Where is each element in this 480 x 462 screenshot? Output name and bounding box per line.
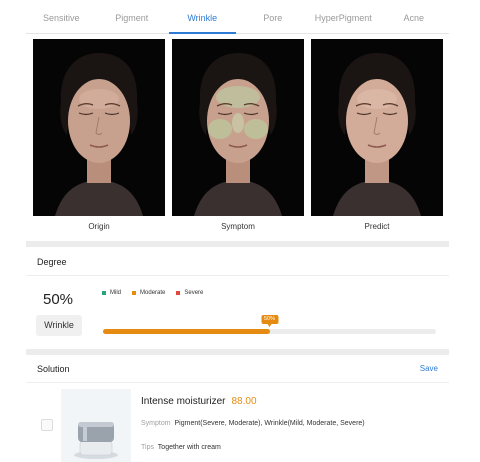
product-title: Intense moisturizer <box>141 396 226 407</box>
degree-badge: Wrinkle <box>36 315 82 336</box>
legend-item-mild: Mild <box>102 290 121 296</box>
tab-pigment[interactable]: Pigment <box>97 0 168 33</box>
moderate-swatch <box>132 291 137 295</box>
solution-section-title: Solution <box>37 364 70 374</box>
tab-sensitive[interactable]: Sensitive <box>26 0 97 33</box>
severe-swatch <box>176 291 181 295</box>
legend-label-severe: Severe <box>184 290 204 296</box>
symptom-value: Pigment(Severe, Moderate), Wrinkle(Mild,… <box>174 420 365 427</box>
origin-face-image[interactable] <box>33 39 165 216</box>
origin-panel: Origin <box>33 39 165 231</box>
symptom-panel: Symptom <box>172 39 304 231</box>
solution-divider <box>26 382 449 383</box>
legend-label-mild: Mild <box>110 290 122 296</box>
symptom-label: Symptom <box>141 420 171 427</box>
legend-item-moderate: Moderate <box>132 290 165 296</box>
symptom-face-image[interactable] <box>172 39 304 216</box>
degree-progress-fill <box>103 329 270 334</box>
degree-progress-track: 50% <box>103 315 436 334</box>
symptom-caption: Symptom <box>221 222 255 231</box>
category-tabs: Sensitive Pigment Wrinkle Pore HyperPigm… <box>26 0 449 34</box>
save-button[interactable]: Save <box>420 364 438 373</box>
product-select-checkbox[interactable] <box>41 419 53 431</box>
tips-label: Tips <box>141 444 154 451</box>
product-tips-row: Tips Together with cream <box>141 444 221 451</box>
tips-value: Together with cream <box>157 444 221 451</box>
tab-hyperpigment[interactable]: HyperPigment <box>308 0 379 33</box>
section-divider <box>26 349 449 355</box>
product-price: 88.00 <box>231 396 257 407</box>
predict-face-image[interactable] <box>311 39 443 216</box>
mild-swatch <box>102 291 106 295</box>
section-divider <box>26 241 449 247</box>
legend-item-severe: Severe <box>176 290 203 296</box>
degree-value-bubble: 50% <box>260 315 279 327</box>
product-symptom-row: Symptom Pigment(Severe, Moderate), Wrink… <box>141 420 365 427</box>
product-name: Intense moisturizer 88.00 <box>141 396 257 407</box>
legend-label-moderate: Moderate <box>140 290 166 296</box>
origin-caption: Origin <box>88 222 110 231</box>
predict-panel: Predict <box>311 39 443 231</box>
severity-legend: Mild Moderate Severe <box>102 290 214 296</box>
tab-wrinkle[interactable]: Wrinkle <box>167 0 238 34</box>
tab-pore[interactable]: Pore <box>238 0 309 33</box>
face-image-row: Origin Symptom Predict <box>33 39 443 231</box>
tab-acne[interactable]: Acne <box>379 0 450 33</box>
product-image[interactable] <box>61 389 131 462</box>
degree-percent: 50% <box>43 291 74 308</box>
degree-section-title: Degree <box>37 257 67 267</box>
degree-divider <box>26 275 449 276</box>
predict-caption: Predict <box>364 222 390 231</box>
